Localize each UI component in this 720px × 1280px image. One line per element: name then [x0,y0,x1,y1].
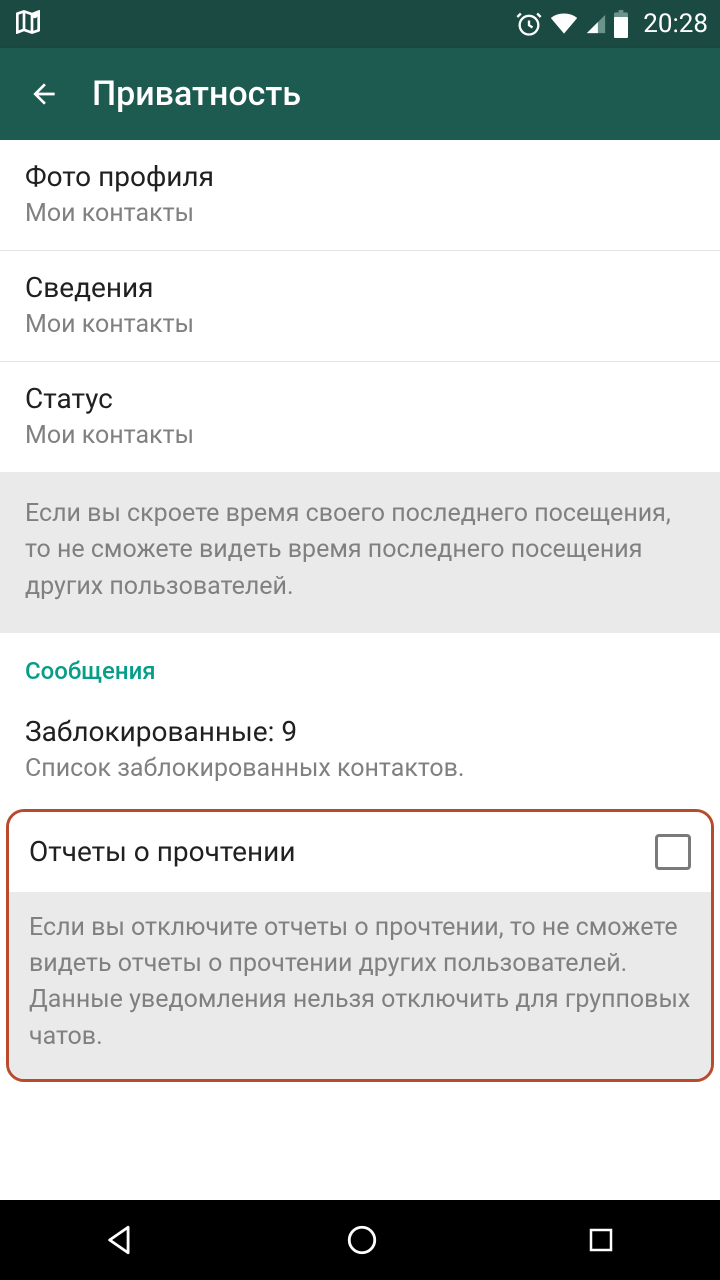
read-receipts-highlight: Отчеты о прочтении Если вы отключите отч… [6,809,714,1082]
item-subtitle: Мои контакты [25,199,695,228]
signal-icon [585,13,607,35]
read-receipts-checkbox[interactable] [655,834,691,870]
arrow-left-icon [28,78,60,110]
item-title: Сведения [25,271,695,304]
read-receipts-info: Если вы отключите отчеты о прочтении, то… [9,892,711,1079]
settings-list: Фото профиля Мои контакты Сведения Мои к… [0,140,720,1082]
nav-home-button[interactable] [305,1207,419,1273]
square-recent-icon [586,1225,616,1255]
status-bar: 20:28 [0,0,720,48]
item-subtitle: Мои контакты [25,421,695,450]
read-receipts-label: Отчеты о прочтении [29,835,296,868]
profile-photo-item[interactable]: Фото профиля Мои контакты [0,140,720,251]
item-subtitle: Список заблокированных контактов. [25,754,695,783]
item-title: Заблокированные: 9 [25,715,695,748]
circle-home-icon [345,1223,379,1257]
triangle-back-icon [104,1223,138,1257]
about-item[interactable]: Сведения Мои контакты [0,251,720,362]
alarm-icon [515,10,543,38]
app-bar: Приватность [0,48,720,140]
status-time: 20:28 [643,9,708,39]
status-item[interactable]: Статус Мои контакты [0,362,720,472]
nav-recent-button[interactable] [546,1209,656,1271]
blocked-item[interactable]: Заблокированные: 9 Список заблокированны… [0,695,720,805]
back-button[interactable] [18,68,70,120]
wifi-icon [549,12,579,36]
page-title: Приватность [92,74,301,114]
item-title: Фото профиля [25,160,695,193]
navigation-bar [0,1200,720,1280]
item-subtitle: Мои контакты [25,310,695,339]
last-seen-info: Если вы скроете время своего последнего … [0,472,720,633]
section-messages-header: Сообщения [0,633,720,695]
battery-icon [613,10,629,38]
nav-back-button[interactable] [64,1207,178,1273]
read-receipts-item[interactable]: Отчеты о прочтении [9,812,711,892]
item-title: Статус [25,382,695,415]
maps-app-icon [12,6,44,42]
